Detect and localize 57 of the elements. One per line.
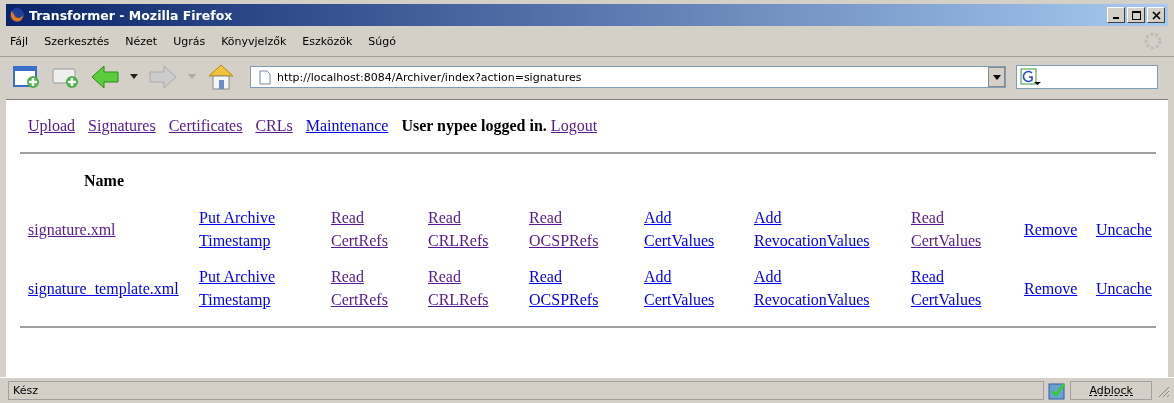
new-window-icon[interactable] — [12, 64, 40, 90]
close-button[interactable] — [1147, 7, 1165, 23]
file-link[interactable]: signature_template.xml — [28, 276, 179, 300]
action-link[interactable]: Read CRLRefs — [428, 206, 489, 252]
maximize-button[interactable] — [1127, 7, 1145, 23]
status-text: Kész — [8, 381, 1045, 400]
menu-item[interactable]: Fájl — [10, 34, 29, 48]
action-link[interactable]: Add CertValues — [644, 265, 715, 311]
action-link[interactable]: Read CRLRefs — [428, 265, 489, 311]
logout-link[interactable]: Logout — [550, 117, 598, 135]
maximize-icon — [1131, 10, 1141, 20]
page-icon — [259, 69, 271, 85]
window-title: Transformer - Mozilla Firefox — [29, 7, 234, 23]
nav-link[interactable]: Maintenance — [305, 117, 389, 135]
action-link[interactable]: Read CertRefs — [331, 265, 388, 311]
action-link[interactable]: Uncache — [1096, 217, 1152, 241]
nav-link[interactable]: Upload — [28, 117, 76, 135]
nav-link[interactable]: Signatures — [88, 117, 156, 135]
caret-icon — [992, 74, 1001, 80]
dropdown-button[interactable] — [988, 67, 1005, 87]
action-link[interactable]: Add RevocationValues — [754, 265, 870, 311]
home-icon[interactable] — [206, 63, 236, 91]
address-field[interactable]: http://localhost:8084/Archiver/index?action=signatures — [250, 66, 1006, 88]
close-icon — [1151, 10, 1161, 20]
action-link[interactable]: Put Archive Timestamp — [199, 206, 275, 252]
menu-item[interactable]: Súgó — [368, 34, 397, 48]
menu-item[interactable]: Könyvjelzők — [221, 34, 287, 48]
action-link[interactable]: Read CertValues — [911, 265, 982, 311]
nav-link[interactable]: Certificates — [168, 117, 243, 135]
action-link[interactable]: Add CertValues — [644, 206, 715, 252]
menu-item[interactable]: Szerkesztés — [44, 34, 110, 48]
google-icon — [1020, 68, 1042, 86]
action-link[interactable]: Remove — [1024, 276, 1078, 300]
menu-item[interactable]: Nézet — [125, 34, 158, 48]
action-link[interactable]: Read CertRefs — [331, 206, 388, 252]
action-link[interactable]: Put Archive Timestamp — [199, 265, 275, 311]
check-icon — [1048, 381, 1067, 400]
action-link[interactable]: Add RevocationValues — [754, 206, 870, 252]
action-link[interactable]: Remove — [1024, 217, 1078, 241]
adblock-button[interactable]: Adblock — [1070, 381, 1152, 400]
menu-item[interactable]: Ugrás — [173, 34, 206, 48]
action-link[interactable]: Read OCSPRefs — [529, 265, 599, 311]
action-link[interactable]: Read OCSPRefs — [529, 206, 599, 252]
search-field[interactable] — [1016, 65, 1158, 89]
column-header: Name — [83, 172, 125, 190]
minimize-button[interactable] — [1107, 7, 1125, 23]
action-link[interactable]: Read CertValues — [911, 206, 982, 252]
action-link[interactable]: Uncache — [1096, 276, 1152, 300]
nav-link[interactable]: CRLs — [255, 117, 293, 135]
throbber-icon — [1142, 30, 1164, 52]
dropdown-arrow-icon[interactable] — [130, 74, 138, 80]
file-link[interactable]: signature.xml — [28, 217, 116, 241]
minimize-icon — [1113, 17, 1119, 19]
login-status: User nypee logged in. — [401, 117, 547, 135]
url-text: http://localhost:8084/Archiver/index?action=signatures — [277, 70, 583, 84]
back-arrow-icon[interactable] — [90, 64, 120, 90]
menu-item[interactable]: Eszközök — [302, 34, 353, 48]
